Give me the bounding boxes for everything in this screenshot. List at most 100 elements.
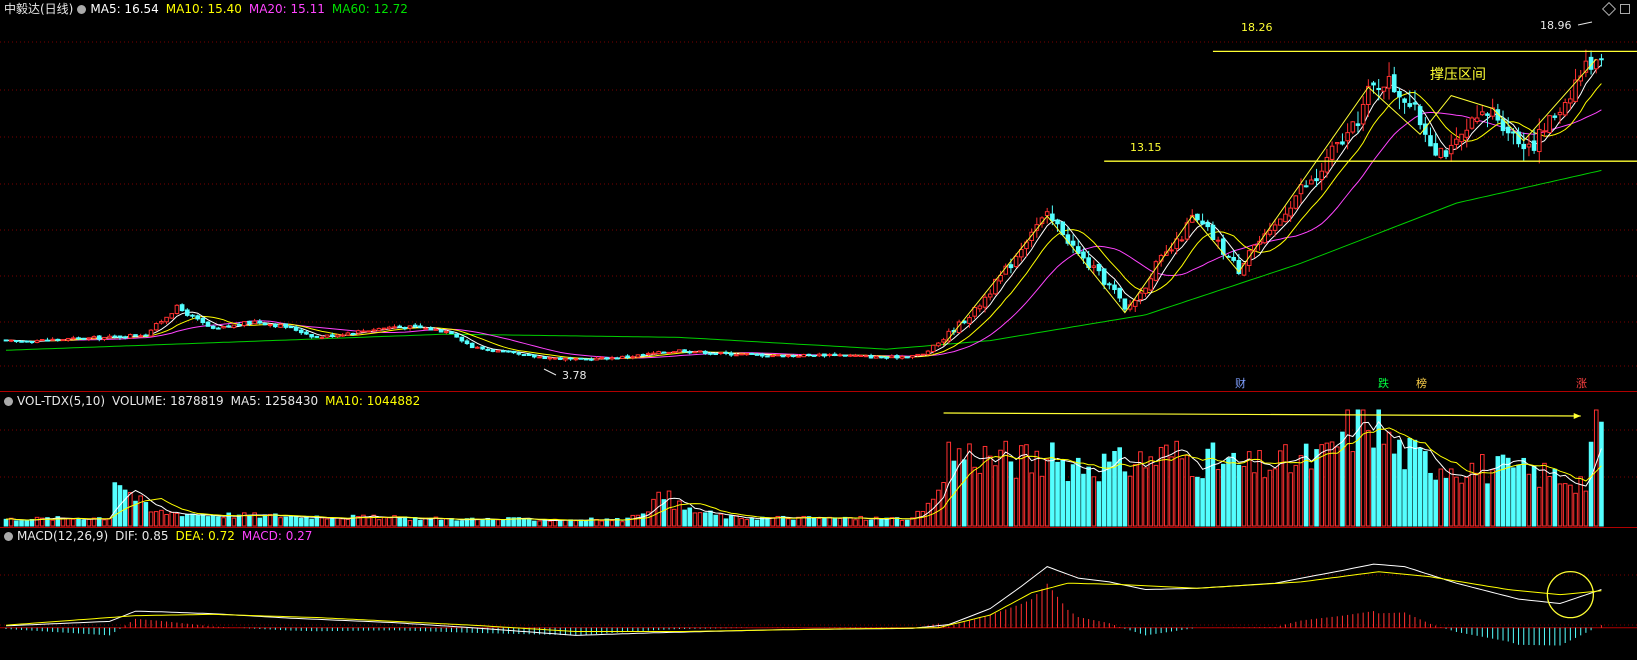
- ma10-line: [5, 83, 1602, 360]
- candle-body-7: [39, 339, 45, 342]
- candle-body-156: [811, 354, 817, 357]
- volume-bar-281: [1459, 482, 1464, 527]
- candle-body-247: [1283, 213, 1288, 223]
- volume-bar-9: [50, 519, 55, 527]
- candle-body-218: [1132, 299, 1138, 307]
- candle-body-127: [661, 351, 667, 354]
- candle-body-230: [1195, 213, 1200, 221]
- volume-bar-268: [1391, 453, 1397, 527]
- candle-body-286: [1485, 113, 1490, 116]
- volume-bar-112: [583, 520, 589, 527]
- volume-bar-57: [298, 517, 304, 527]
- volume-bar-235: [1221, 463, 1226, 527]
- volume-bar-159: [827, 516, 832, 527]
- candle-body-187: [972, 307, 977, 317]
- volume-bar-209: [1086, 466, 1091, 527]
- candle-body-201: [1044, 211, 1050, 217]
- maximize-icon[interactable]: [1620, 4, 1630, 14]
- candle-body-48: [252, 320, 257, 325]
- candle-body-39: [205, 321, 211, 327]
- volume-bar-303: [1573, 492, 1578, 527]
- volume-bar-275: [1428, 472, 1433, 527]
- macd-dea-line: [5, 571, 1602, 632]
- volume-bar-49: [257, 517, 263, 527]
- volume-header: VOL-TDX(5,10) VOLUME: 1878819 MA5: 1258430…: [4, 393, 427, 409]
- volume-bar-273: [1417, 447, 1423, 527]
- candle-body-144: [749, 352, 755, 355]
- vol-ma10-value: MA10: 1044882: [325, 394, 421, 408]
- volume-bar-225: [1169, 456, 1174, 527]
- volume-bar-111: [578, 519, 584, 527]
- candle-body-78: [407, 325, 413, 329]
- volume-bar-212: [1101, 453, 1107, 527]
- volume-bar-194: [1008, 461, 1014, 527]
- volume-bar-132: [687, 507, 693, 527]
- volume-bar-285: [1480, 454, 1485, 527]
- ma5-value: MA5: 16.54: [90, 2, 159, 16]
- candle-body-123: [640, 354, 646, 357]
- candle-body-253: [1314, 178, 1319, 182]
- candle-body-308: [1599, 58, 1604, 61]
- candle-body-55: [288, 326, 294, 329]
- volume-bar-308: [1599, 421, 1604, 527]
- volume-bar-250: [1298, 455, 1304, 527]
- volume-bar-87: [454, 520, 459, 527]
- volume-bar-240: [1246, 451, 1252, 527]
- volume-bar-76: [397, 517, 402, 527]
- event-marker-drop[interactable]: 跌: [1378, 377, 1389, 390]
- volume-bar-211: [1096, 481, 1102, 527]
- volume-bar-0: [3, 518, 9, 527]
- event-marker-list[interactable]: 榜: [1416, 377, 1427, 390]
- candle-body-140: [728, 352, 734, 356]
- candle-body-133: [692, 351, 698, 354]
- volume-bar-29: [153, 511, 159, 527]
- macd-settings-dot-icon[interactable]: [4, 532, 13, 541]
- volume-bar-117: [609, 520, 615, 527]
- volume-bar-138: [718, 513, 724, 527]
- candle-body-188: [977, 305, 983, 310]
- candle-body-77: [402, 327, 408, 330]
- volume-bar-226: [1174, 440, 1179, 527]
- volume-bar-266: [1381, 443, 1387, 527]
- volume-bar-24: [128, 491, 133, 527]
- event-marker-rise[interactable]: 涨: [1576, 377, 1587, 390]
- stock-chart[interactable]: [0, 0, 1637, 660]
- candle-body-76: [397, 325, 402, 328]
- volume-bar-252: [1309, 468, 1314, 527]
- volume-bar-31: [164, 513, 169, 527]
- candle-body-115: [599, 356, 605, 359]
- volume-bar-177: [920, 510, 926, 527]
- settings-dot-icon[interactable]: [77, 5, 87, 14]
- candle-body-256: [1329, 145, 1335, 160]
- volume-bar-221: [1148, 456, 1154, 527]
- candle-body-106: [552, 357, 558, 360]
- volume-bar-186: [967, 443, 972, 527]
- candle-body-18: [96, 335, 102, 340]
- candle-body-120: [625, 355, 630, 358]
- volume-bar-262: [1360, 409, 1366, 527]
- volume-bar-220: [1143, 467, 1148, 527]
- event-marker-finance[interactable]: 财: [1235, 377, 1246, 390]
- candle-body-295: [1531, 140, 1537, 151]
- volume-bar-54: [283, 516, 289, 527]
- volume-bar-244: [1267, 469, 1273, 527]
- candle-body-118: [614, 357, 620, 360]
- candle-body-244: [1267, 229, 1273, 235]
- candle-body-130: [677, 349, 682, 353]
- candle-body-268: [1391, 74, 1397, 93]
- candle-body-221: [1148, 278, 1154, 291]
- vol-settings-dot-icon[interactable]: [4, 397, 13, 406]
- candle-body-137: [713, 353, 718, 356]
- volume-bar-201: [1044, 458, 1050, 527]
- volume-bar-113: [589, 517, 594, 527]
- candle-body-17: [91, 336, 97, 339]
- volume-bar-238: [1236, 464, 1242, 527]
- volume-bar-13: [71, 518, 76, 527]
- volume-bar-126: [656, 491, 661, 527]
- candle-body-273: [1417, 106, 1423, 126]
- candle-body-103: [537, 356, 542, 359]
- volume-bar-59: [309, 518, 314, 527]
- volume-bar-257: [1334, 446, 1340, 527]
- volume-bar-239: [1241, 465, 1247, 527]
- candle-body-161: [837, 354, 843, 357]
